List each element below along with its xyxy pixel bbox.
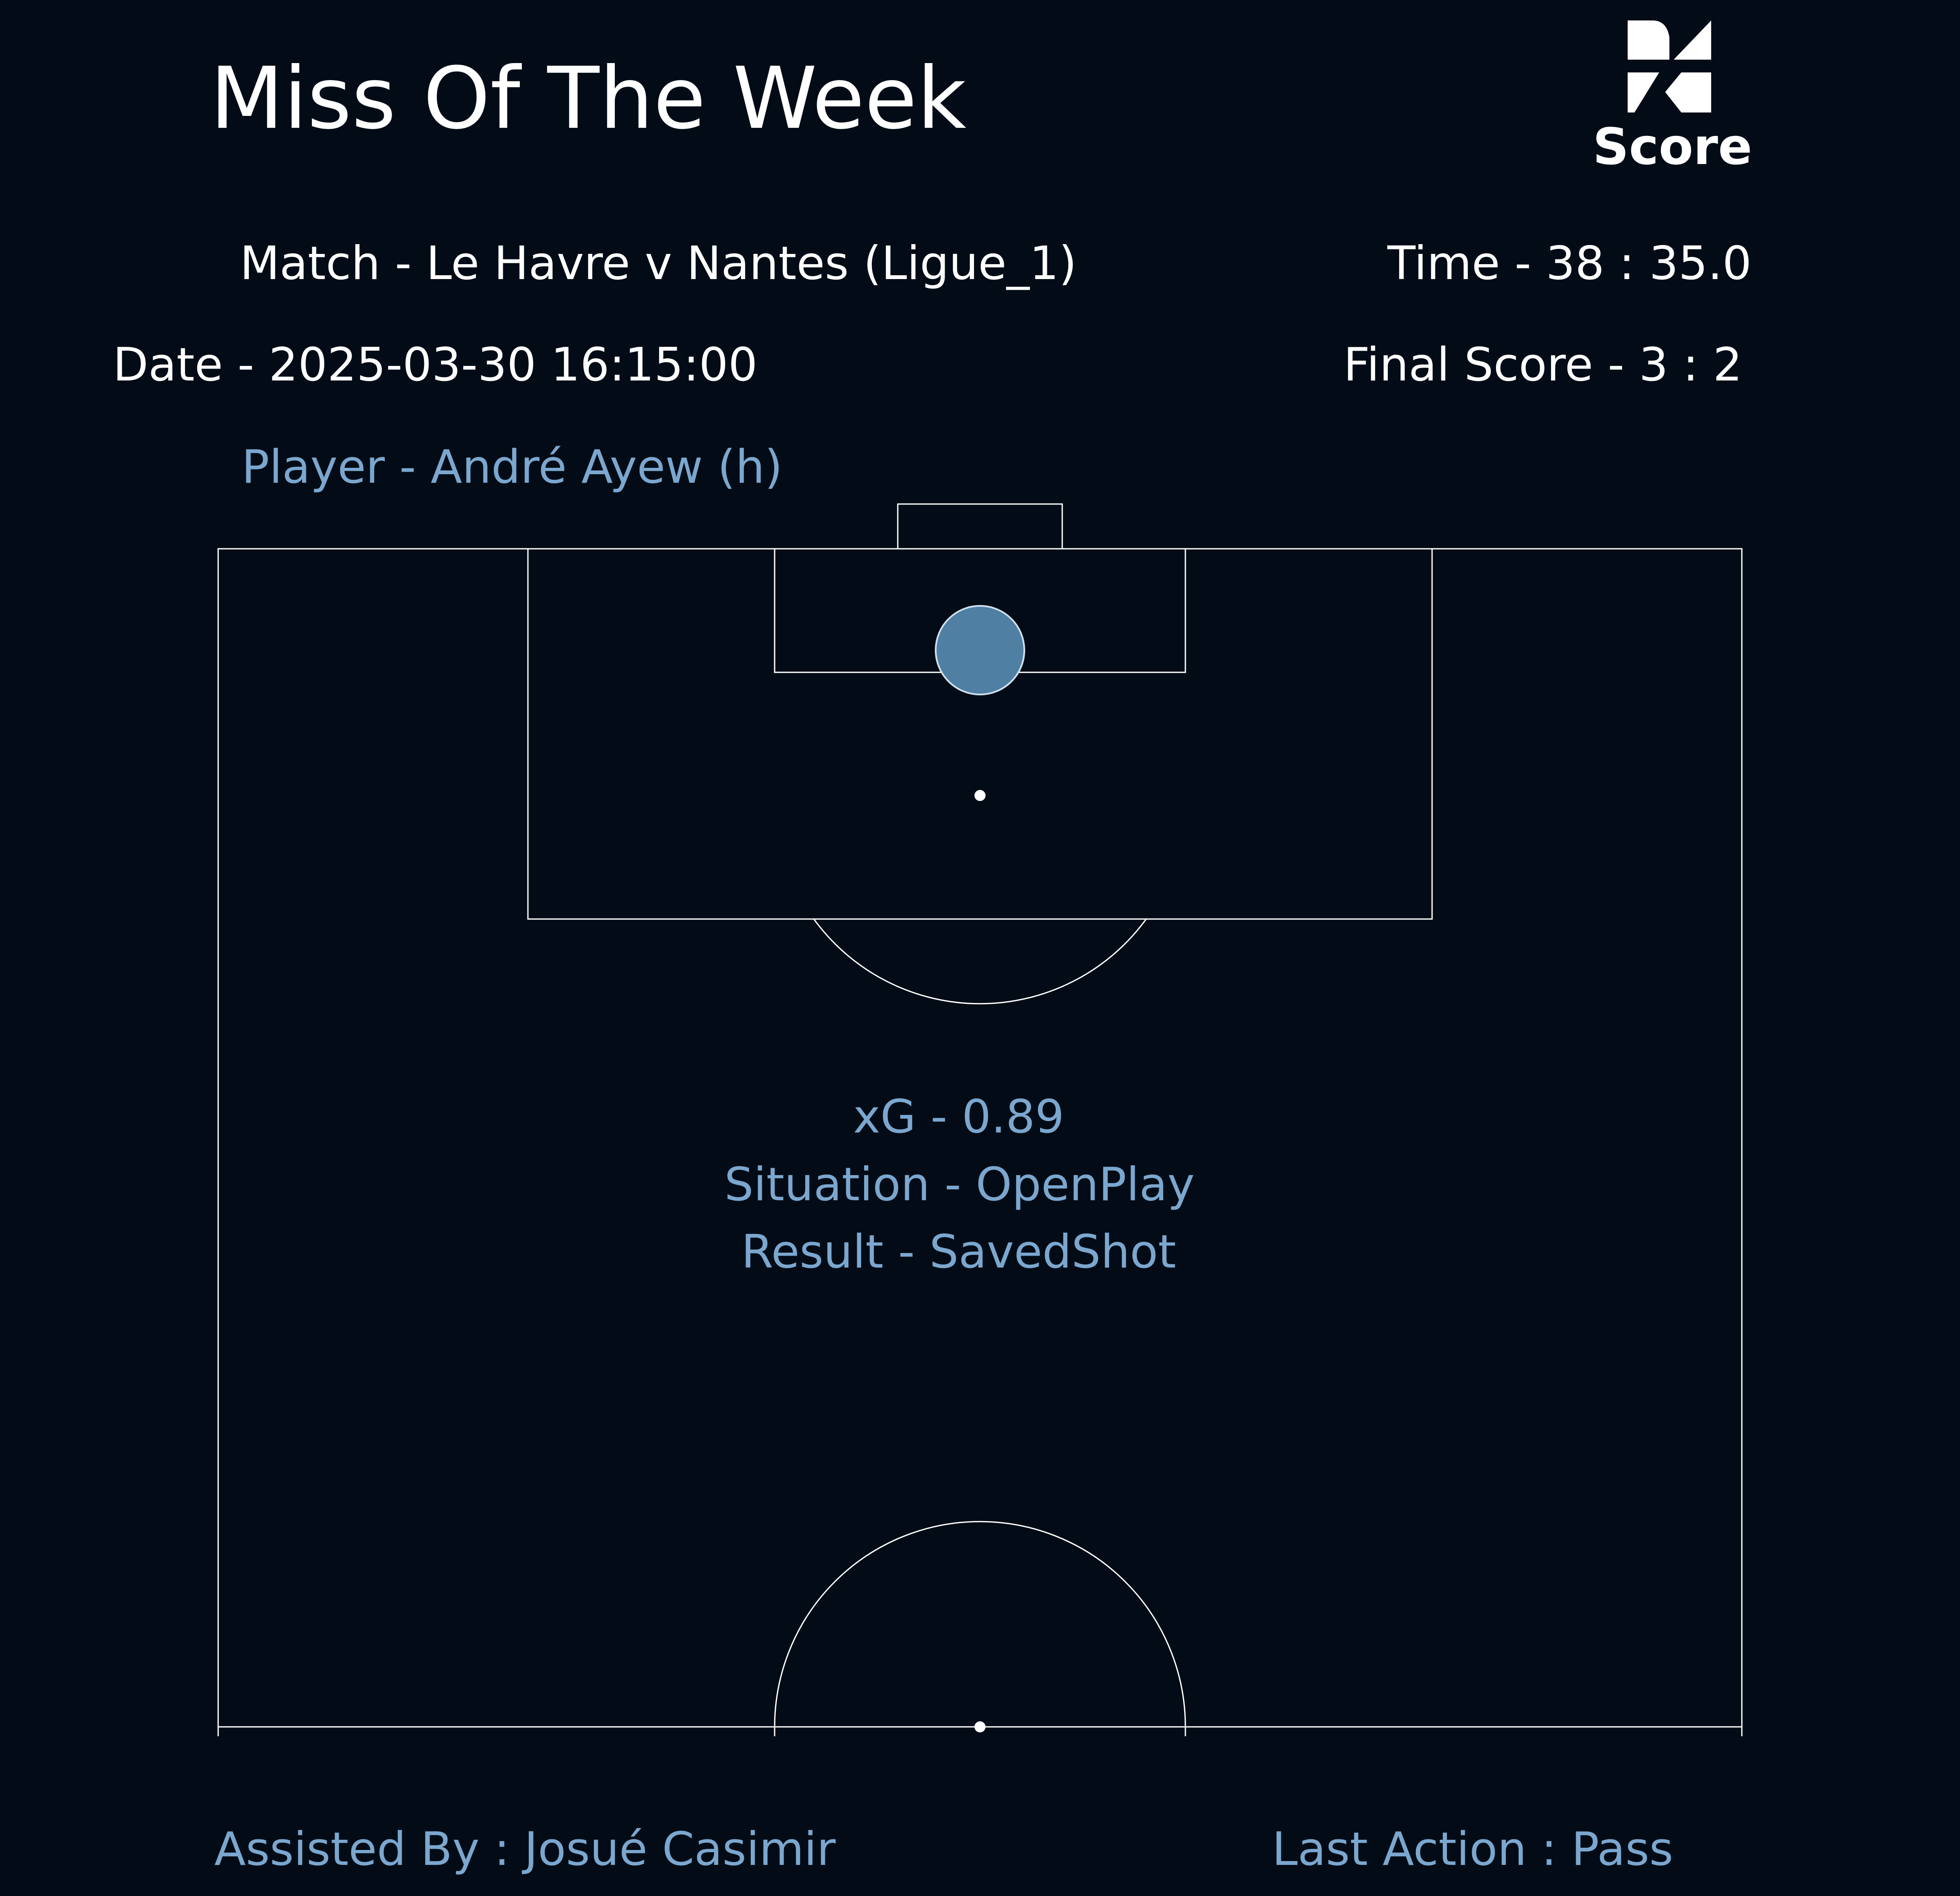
penalty-arc [813,919,1147,1005]
half-pitch [217,503,1743,1736]
assisted-by-label: Assisted By : Josué Casimir [214,1823,836,1876]
penalty-spot [974,790,986,801]
centre-spot [974,1721,986,1732]
penalty-area [527,548,1433,920]
centre-circle [774,1521,1186,1727]
goal [897,503,1063,550]
situation-label: Situation - OpenPlay [724,1158,1195,1211]
xg-label: xG - 0.89 [853,1090,1064,1144]
shot-marker [935,605,1025,695]
result-label: Result - SavedShot [741,1225,1176,1279]
last-action-label: Last Action : Pass [1272,1823,1673,1876]
